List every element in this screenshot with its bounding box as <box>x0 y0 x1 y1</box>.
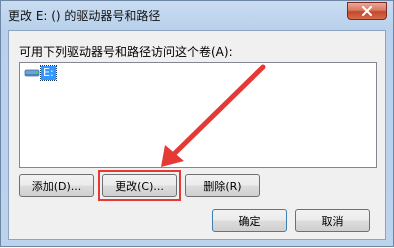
drive-icon <box>24 69 40 77</box>
window-title: 更改 E: () 的驱动器号和路径 <box>8 9 161 23</box>
ok-button[interactable]: 确定 <box>212 209 287 232</box>
add-button[interactable]: 添加(D)... <box>19 174 94 197</box>
list-item-label: E: <box>40 65 57 81</box>
close-icon <box>362 6 372 16</box>
list-item[interactable]: E: <box>24 65 57 81</box>
cancel-button[interactable]: 取消 <box>295 209 370 232</box>
dialog-client-area: 可用下列驱动器号和路径访问这个卷(A): E: 添加(D)... 更改(C)..… <box>8 30 386 240</box>
drive-path-list[interactable]: E: <box>19 62 377 168</box>
delete-button[interactable]: 删除(R) <box>185 174 260 197</box>
highlight-box <box>98 170 181 201</box>
close-button[interactable] <box>347 2 387 20</box>
instruction-label: 可用下列驱动器号和路径访问这个卷(A): <box>19 45 233 59</box>
dialog-window: 更改 E: () 的驱动器号和路径 可用下列驱动器号和路径访问这个卷(A): E… <box>0 0 394 247</box>
